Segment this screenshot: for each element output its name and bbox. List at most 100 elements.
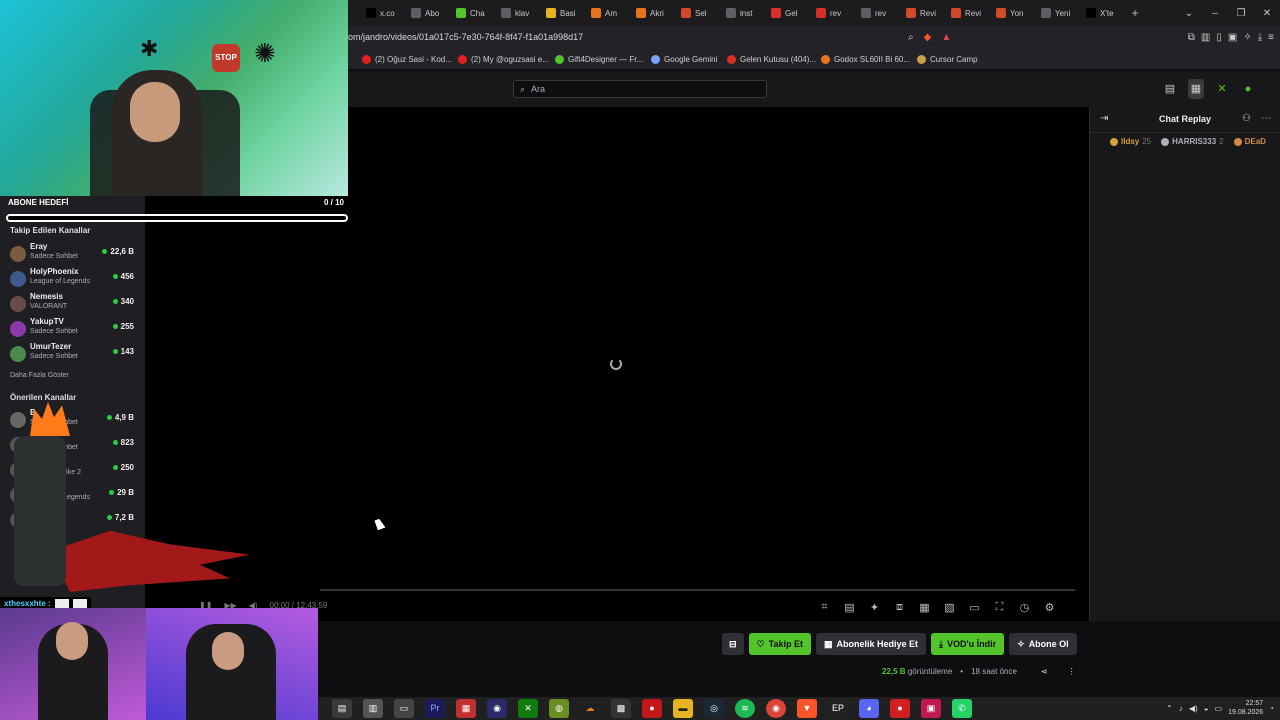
subscribe-button[interactable]: ✧ Abone Ol [1009,633,1077,655]
wallet-icon[interactable]: ▣ [1228,32,1237,43]
new-tab-button[interactable]: + [1125,6,1145,20]
notification-icon[interactable]: ◔ [1269,704,1274,713]
browser-tab[interactable]: klav [495,0,540,26]
bookmark-item[interactable]: Godox SL60II Bi 60... [821,48,910,70]
app-icon[interactable]: ▦ [456,699,476,718]
sidebar-icon[interactable]: ▥ [1201,32,1210,43]
clip-button[interactable]: ⊟ [722,633,744,655]
url-field[interactable]: om/jandro/videos/01a017c5-7e30-764f-8f47… [348,26,583,48]
ai-icon[interactable]: ✧ [1243,32,1251,43]
steam-icon[interactable]: ◎ [704,699,724,718]
gift-sub-button[interactable]: ▦ Abonelik Hediye Et [815,633,927,655]
chevron-up-icon[interactable]: ⌃ [1166,704,1173,713]
browser-tab[interactable]: X'te [1080,0,1125,26]
browser-tab[interactable]: Gel [765,0,810,26]
sidebar-channel[interactable]: Nemesis VALORANT 340 [10,292,138,316]
browser-tab[interactable]: inst [720,0,765,26]
browser-tab[interactable]: Akri [630,0,675,26]
xbox-icon[interactable]: ✕ [518,699,538,718]
browser-tab[interactable]: rev [810,0,855,26]
app-icon[interactable]: ▥ [363,699,383,718]
bookmark-icon[interactable]: ▯ [1216,32,1222,43]
app-icon[interactable]: ▭ [394,699,414,718]
spotify-icon[interactable]: ≋ [735,699,755,718]
app-icon[interactable]: ▩ [611,699,631,718]
close-button[interactable]: ✕ [1254,8,1280,19]
folder-icon[interactable]: ▬ [673,699,693,718]
search-icon[interactable]: ⌕ [908,32,914,43]
sidebar-channel[interactable]: UmurTezer Sadece Sohbet 143 [10,342,138,366]
speed-icon[interactable]: ◷ [1018,601,1031,614]
browser-tab[interactable]: Yon [990,0,1035,26]
share-icon[interactable]: ⋖ [1041,667,1048,676]
browser-tab[interactable]: Revi [900,0,945,26]
search-input[interactable]: ⌕ Ara [513,80,767,98]
clip-icon[interactable]: ⌗ [818,601,831,614]
sidebar-channel[interactable]: YakupTV Sadece Sohbet 255 [10,317,138,341]
browser-tab[interactable]: Basi [540,0,585,26]
more-options-icon[interactable]: ⋮ [1068,667,1076,676]
browse-icon[interactable]: ▤ [1162,79,1178,99]
more-icon[interactable]: ⋯ [1261,113,1271,124]
app-icon[interactable]: ▣ [921,699,941,718]
follow-button[interactable]: ♡ Takip Et [748,633,811,655]
draw-icon[interactable]: ▧ [943,601,956,614]
app-icon[interactable]: ◍ [549,699,569,718]
volume-icon[interactable]: ◀) [1189,704,1198,713]
avatar[interactable]: ● [1240,79,1256,99]
chevron-down-icon[interactable]: ⌄ [1176,8,1202,19]
browser-tab[interactable]: Cha [450,0,495,26]
browser-tab[interactable]: Revi [945,0,990,26]
browser-tab[interactable]: Yeni [1035,0,1080,26]
theater-icon[interactable]: ▭ [968,601,981,614]
chrome-icon[interactable]: ◉ [766,699,786,718]
whatsapp-icon[interactable]: ✆ [952,699,972,718]
bookmark-item[interactable]: Cursor Camp [917,48,978,70]
browser-tab[interactable]: x.co [360,0,405,26]
leaderboard-entry[interactable]: HARRIS333 2 [1161,137,1224,146]
show-more-link[interactable]: Daha Fazla Göster [10,372,69,379]
obs-icon[interactable]: ◉ [487,699,507,718]
app-icon[interactable]: ▤ [332,699,352,718]
chapters-icon[interactable]: ▤ [843,601,856,614]
clock[interactable]: 22:57 19.08.2026 [1228,699,1263,717]
sidebar-channel[interactable]: HolyPhoenix League of Legends 456 [10,267,138,291]
fullscreen-icon[interactable]: ⛶ [993,601,1006,614]
download-icon[interactable]: ⤓ [1258,32,1262,43]
minimize-button[interactable]: – [1202,8,1228,19]
app-icon[interactable]: ● [642,699,662,718]
settings-icon[interactable]: ⚙ [1043,601,1056,614]
layout-icon[interactable]: ▦ [1188,79,1204,99]
maximize-button[interactable]: ❐ [1228,8,1254,19]
network-icon[interactable]: ◒ [1204,704,1209,713]
download-vod-button[interactable]: ⤓ VOD'u İndir [931,633,1005,655]
users-icon[interactable]: ⚇ [1242,113,1251,124]
bookmark-item[interactable]: Gift4Designer — Fr... [555,48,643,70]
mic-icon[interactable]: ♪ [1179,704,1183,713]
browser-tab[interactable]: Abo [405,0,450,26]
rewards-icon[interactable]: ▲ [941,32,951,43]
browser-tab[interactable]: Am [585,0,630,26]
browser-tab[interactable]: Sel [675,0,720,26]
cloud-icon[interactable]: ☁ [580,699,600,718]
bookmark-item[interactable]: Gelen Kutusu (404)... [727,48,816,70]
bookmark-item[interactable]: (2) Oğuz Sasi - Kod... [362,48,452,70]
discord-icon[interactable]: ◕ [859,699,879,718]
leaderboard-entry[interactable]: lldsy 25 [1110,137,1151,146]
menu-icon[interactable]: ≡ [1268,32,1274,43]
gift-icon[interactable]: ▦ [918,601,931,614]
premiere-icon[interactable]: Pr [425,699,445,718]
bookmark-item[interactable]: (2) My @oguzsasi e... [458,48,549,70]
sparkle-icon[interactable]: ✦ [868,601,881,614]
pip-icon[interactable]: ⧈ [893,601,906,614]
sidebar-channel[interactable]: Eray Sadece Sohbet 22,6 B [10,242,138,266]
video-progress-bar[interactable] [320,589,1075,591]
battery-icon[interactable]: ▭ [1215,704,1223,713]
epic-icon[interactable]: EP [828,699,848,718]
brave-icon[interactable]: ▼ [797,699,817,718]
kick-logo-icon[interactable]: ✕ [1214,79,1230,99]
leaderboard-entry[interactable]: DEaD [1233,137,1269,146]
app-icon[interactable]: ● [890,699,910,718]
browser-tab[interactable]: rev [855,0,900,26]
brave-shield-icon[interactable]: ◆ [924,32,932,43]
